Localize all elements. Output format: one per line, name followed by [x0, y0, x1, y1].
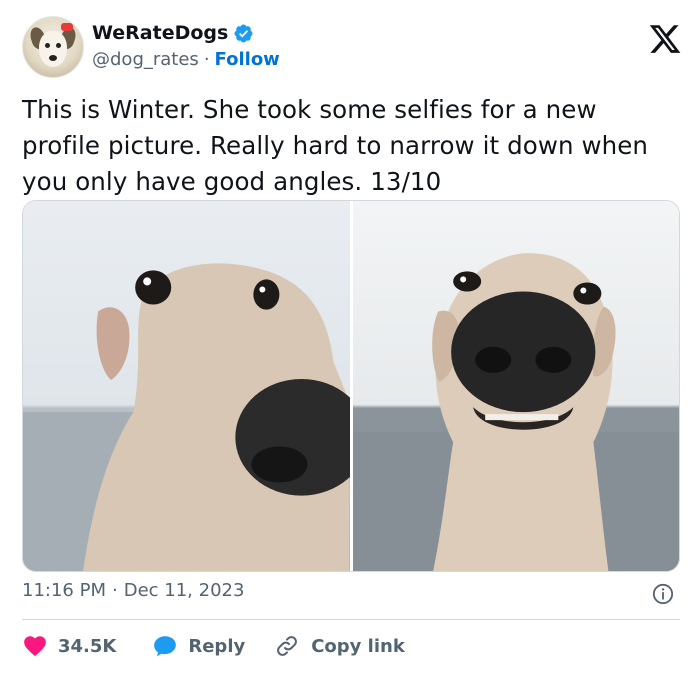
copy-link-label: Copy link [311, 635, 405, 657]
display-name[interactable]: WeRateDogs [92, 22, 228, 44]
avatar[interactable] [22, 16, 84, 78]
link-icon [277, 636, 298, 656]
tweet-media[interactable] [22, 200, 680, 572]
user-handle[interactable]: @dog_rates [92, 49, 199, 70]
handle-row: @dog_rates · Follow [92, 49, 280, 70]
avatar-face [39, 31, 67, 67]
like-button[interactable]: 34.5K [22, 633, 116, 659]
reply-label: Reply [188, 635, 246, 657]
avatar-nose [49, 55, 57, 61]
likes-count: 34.5K [58, 635, 117, 657]
tweet-time: 11:16 PM [22, 580, 106, 601]
avatar-bow [61, 23, 73, 31]
follow-button[interactable]: Follow [215, 49, 280, 70]
tweet-timestamp[interactable]: 11:16 PM · Dec 11, 2023 [22, 580, 244, 601]
dog-photo-2 [352, 253, 679, 571]
avatar-eye-left [45, 43, 50, 48]
handle-separator: · [203, 49, 210, 70]
name-row: WeRateDogs [92, 22, 254, 44]
tweet-date: Dec 11, 2023 [123, 580, 245, 601]
info-icon[interactable] [652, 583, 674, 605]
heart-icon [24, 636, 46, 657]
photo-side-angle-selfie[interactable] [23, 201, 350, 571]
timestamp-separator: · [111, 580, 118, 601]
x-logo-icon[interactable] [648, 22, 682, 56]
reply-bubble-icon [154, 636, 177, 657]
dog-photo-1 [23, 263, 350, 571]
avatar-eye-right [56, 43, 61, 48]
action-bar: 34.5K Reply Copy link [22, 632, 405, 660]
photo-front-nose-selfie[interactable] [352, 201, 679, 571]
tweet-text: This is Winter. She took some selfies fo… [22, 95, 649, 196]
reply-button[interactable]: Reply [152, 633, 245, 659]
verified-badge-icon [234, 24, 253, 42]
copy-link-button[interactable]: Copy link [275, 634, 405, 658]
tweet-header: WeRateDogs @dog_rates · Follow [22, 14, 682, 80]
divider [22, 619, 680, 620]
